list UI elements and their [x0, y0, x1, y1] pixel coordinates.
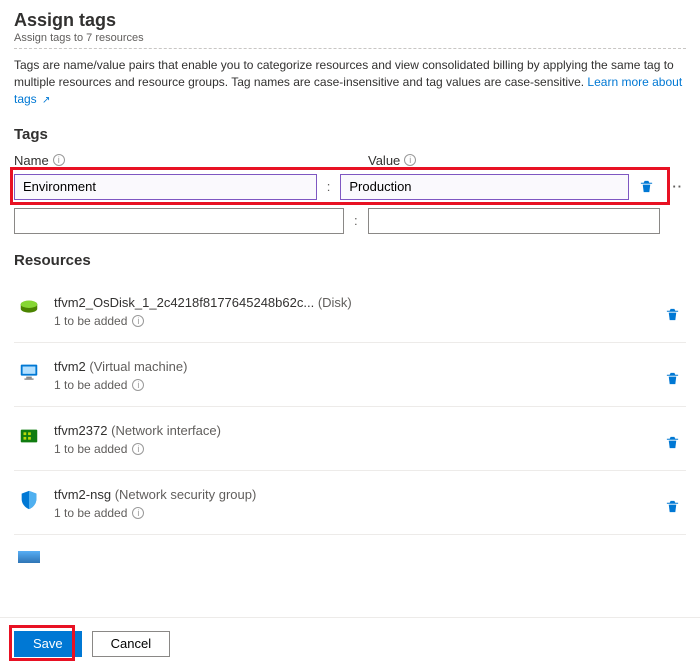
more-button[interactable]: ···	[664, 179, 686, 194]
info-icon[interactable]: i	[132, 379, 144, 391]
description-body: Tags are name/value pairs that enable yo…	[14, 58, 674, 89]
delete-resource-button[interactable]	[665, 499, 680, 517]
tag-row-filled: : ···	[14, 174, 686, 200]
resource-item: tfvm2-nsg (Network security group) 1 to …	[14, 471, 686, 535]
info-icon[interactable]: i	[53, 154, 65, 166]
resource-item: tfvm2372 (Network interface) 1 to be add…	[14, 407, 686, 471]
resources-section-header: Resources	[14, 252, 686, 269]
resource-type: (Network security group)	[115, 487, 257, 502]
tags-section-header: Tags	[14, 126, 686, 143]
resource-item-partial	[14, 535, 686, 567]
resource-type: (Network interface)	[111, 423, 221, 438]
description-text: Tags are name/value pairs that enable yo…	[14, 57, 686, 108]
trash-icon	[665, 371, 680, 386]
nic-icon	[18, 425, 40, 447]
delete-tag-button[interactable]	[637, 177, 657, 197]
page-title: Assign tags	[14, 10, 686, 31]
info-icon[interactable]: i	[132, 443, 144, 455]
tag-name-input[interactable]	[14, 208, 344, 234]
info-icon[interactable]: i	[404, 154, 416, 166]
shield-icon	[18, 489, 40, 511]
resource-name: tfvm2372	[54, 423, 107, 438]
colon: :	[325, 179, 333, 194]
trash-icon	[639, 179, 654, 194]
colon: :	[352, 213, 360, 228]
trash-icon	[665, 435, 680, 450]
resource-item: tfvm2 (Virtual machine) 1 to be added i	[14, 343, 686, 407]
info-icon[interactable]: i	[132, 507, 144, 519]
resource-status: 1 to be added	[54, 442, 127, 456]
resource-name: tfvm2	[54, 359, 86, 374]
resource-status: 1 to be added	[54, 314, 127, 328]
tag-value-input[interactable]	[340, 174, 628, 200]
resource-item: tfvm2_OsDisk_1_2c4218f8177645248b62c... …	[14, 279, 686, 343]
resource-status: 1 to be added	[54, 506, 127, 520]
vm-icon	[18, 361, 40, 383]
tag-row-empty: :	[14, 208, 686, 234]
delete-resource-button[interactable]	[665, 435, 680, 453]
disk-icon	[18, 297, 40, 319]
external-link-icon: ↗	[42, 95, 50, 106]
resource-status: 1 to be added	[54, 378, 127, 392]
tag-name-input[interactable]	[14, 174, 317, 200]
trash-icon	[665, 307, 680, 322]
resource-name: tfvm2-nsg	[54, 487, 111, 502]
tag-name-label: Name	[14, 153, 49, 168]
info-icon[interactable]: i	[132, 315, 144, 327]
cancel-button[interactable]: Cancel	[92, 631, 170, 657]
resource-name: tfvm2_OsDisk_1_2c4218f8177645248b62c...	[54, 295, 314, 310]
tag-value-label: Value	[368, 153, 400, 168]
resource-type: (Virtual machine)	[89, 359, 187, 374]
save-button[interactable]: Save	[14, 631, 82, 657]
resource-type: (Disk)	[318, 295, 352, 310]
trash-icon	[665, 499, 680, 514]
divider	[14, 48, 686, 49]
page-subtitle: Assign tags to 7 resources	[14, 32, 686, 44]
delete-resource-button[interactable]	[665, 371, 680, 389]
tag-value-input[interactable]	[368, 208, 660, 234]
delete-resource-button[interactable]	[665, 307, 680, 325]
resource-icon	[18, 551, 40, 563]
footer: Save Cancel	[0, 617, 700, 669]
